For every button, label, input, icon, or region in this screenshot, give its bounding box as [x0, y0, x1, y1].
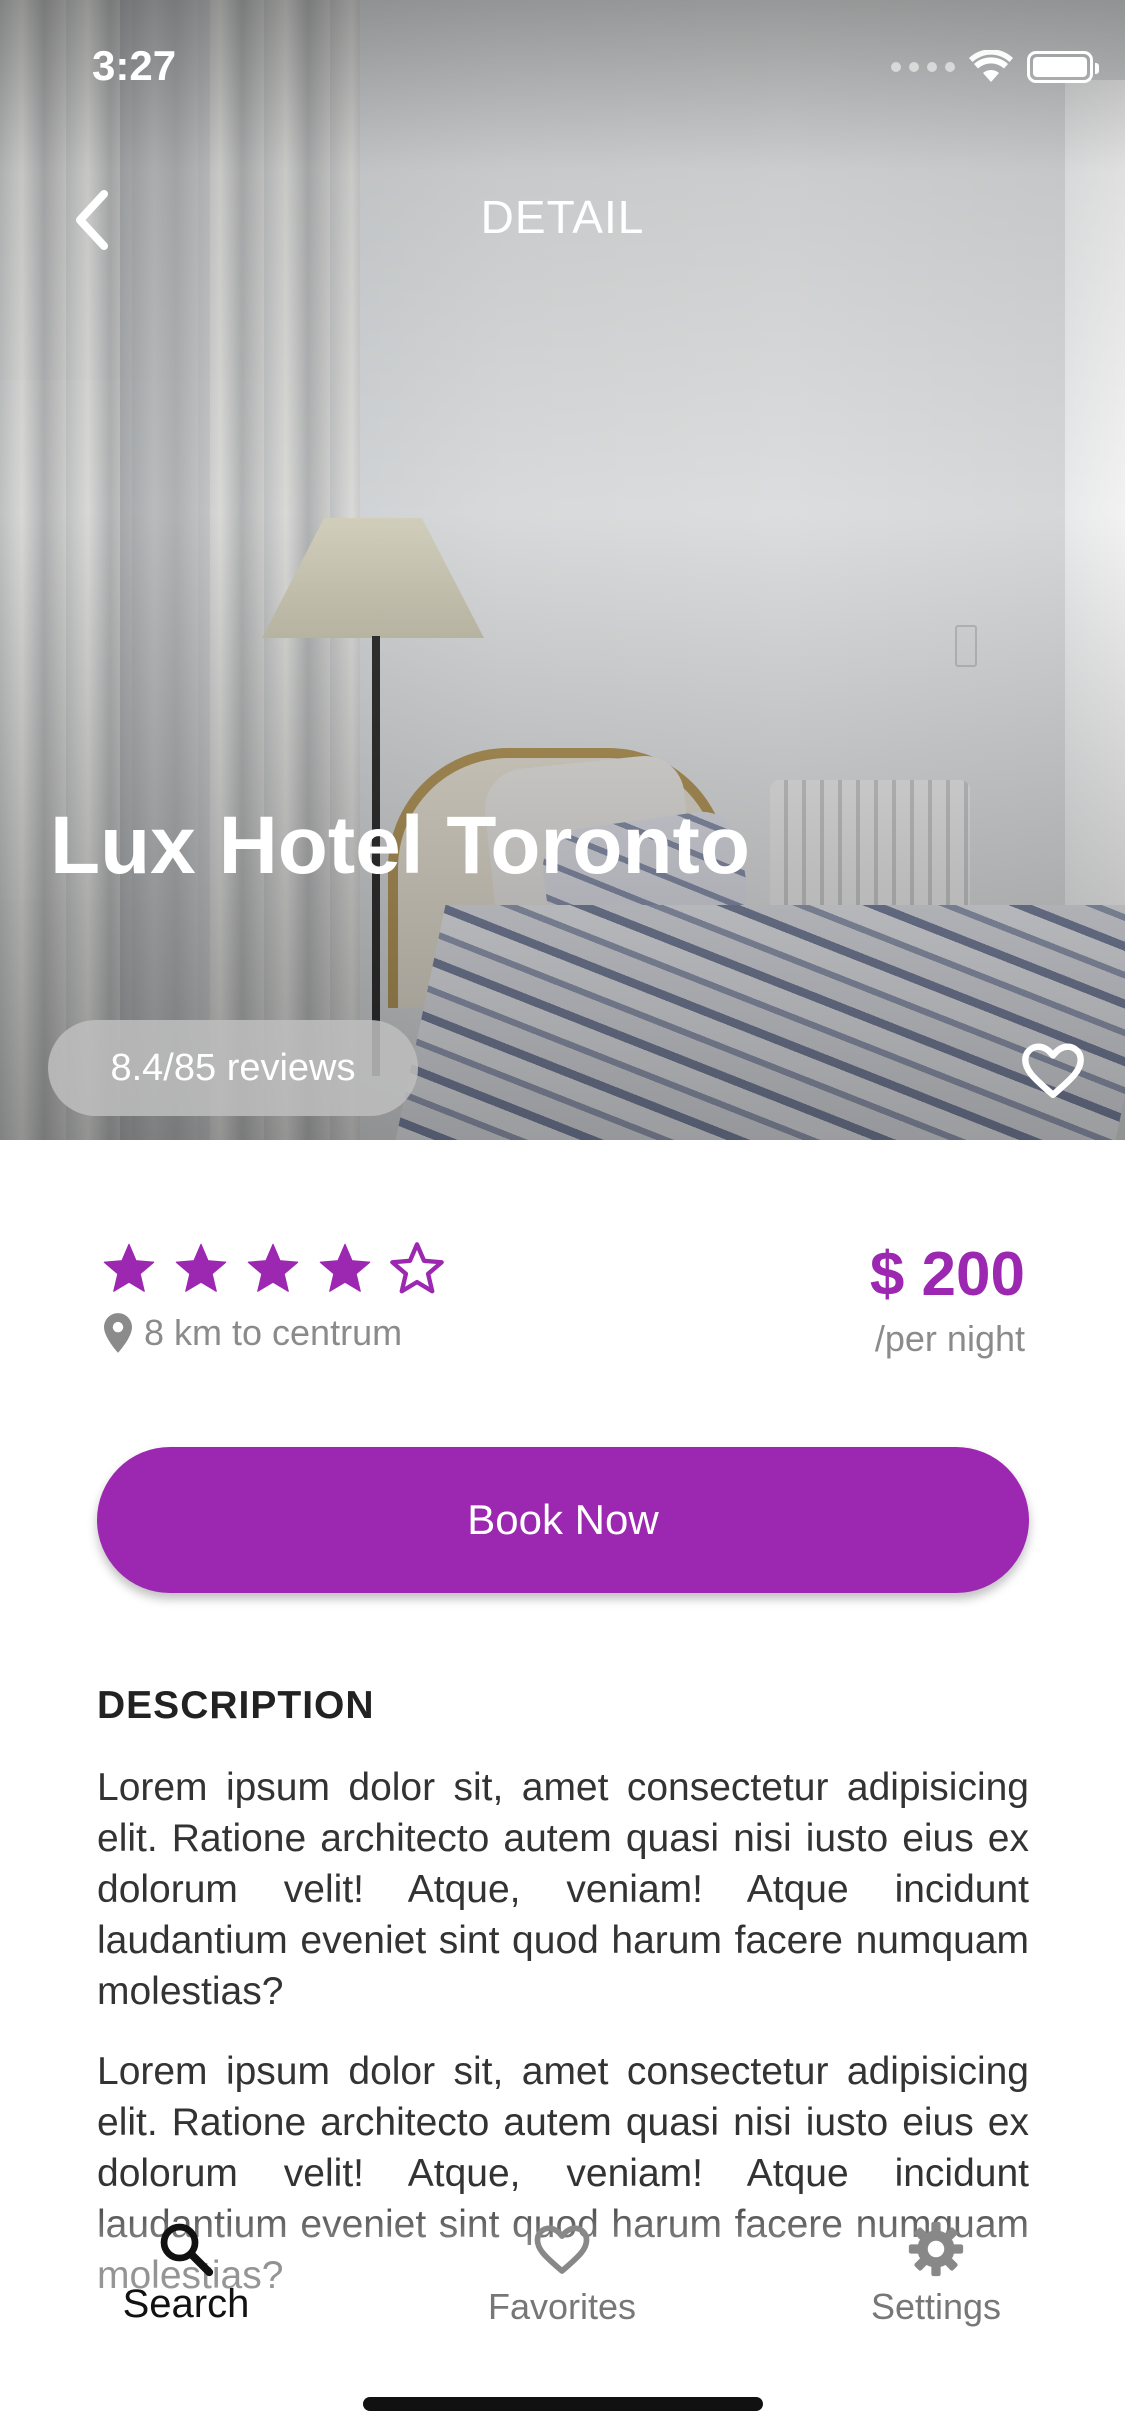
- heart-outline-icon: [534, 2225, 590, 2274]
- price-block: $ 200 /per night: [870, 1240, 1025, 1360]
- heart-outline-icon: [1022, 1043, 1084, 1098]
- hotel-name: Lux Hotel Toronto: [50, 800, 750, 891]
- hero-image: [0, 0, 1125, 1140]
- status-icons: [891, 50, 1099, 84]
- star-filled-icon: [175, 1243, 227, 1292]
- search-icon: [160, 2223, 214, 2277]
- wifi-icon: [969, 50, 1013, 82]
- tab-favorites[interactable]: Favorites: [432, 2218, 692, 2328]
- bottom-tab-bar: Search Favorites Settings: [0, 2190, 1125, 2340]
- tab-label: Settings: [870, 2286, 1002, 2327]
- star-filled-icon: [103, 1243, 155, 1292]
- price-unit: /per night: [874, 1318, 1025, 1359]
- distance-info: 8 km to centrum: [104, 1312, 402, 1354]
- home-indicator[interactable]: [363, 2397, 763, 2411]
- price-value: $ 200: [869, 1240, 1025, 1309]
- description-heading: DESCRIPTION: [97, 1684, 375, 1727]
- star-outline-icon: [390, 1242, 444, 1294]
- tab-label: Favorites: [487, 2286, 637, 2327]
- gear-icon: [908, 2221, 964, 2277]
- distance-text: 8 km to centrum: [144, 1312, 403, 1353]
- signal-dots-icon: [891, 62, 955, 72]
- reviews-badge[interactable]: 8.4/85 reviews: [48, 1020, 418, 1116]
- tab-search[interactable]: Search: [56, 2218, 316, 2327]
- location-pin-icon: [104, 1313, 132, 1353]
- tab-label: Search: [122, 2282, 250, 2326]
- book-now-button[interactable]: Book Now: [97, 1447, 1029, 1593]
- star-filled-icon: [319, 1243, 371, 1292]
- favorite-button[interactable]: [1018, 1035, 1088, 1105]
- page-title: DETAIL: [480, 191, 645, 243]
- star-filled-icon: [247, 1243, 299, 1292]
- hero-overlay: [0, 0, 1125, 1140]
- tab-settings[interactable]: Settings: [806, 2218, 1066, 2328]
- battery-icon: [1027, 51, 1099, 83]
- rating-stars: [100, 1240, 446, 1298]
- status-time: 3:27: [92, 42, 177, 89]
- description-paragraph: Lorem ipsum dolor sit, amet consectetur …: [97, 1766, 1029, 2013]
